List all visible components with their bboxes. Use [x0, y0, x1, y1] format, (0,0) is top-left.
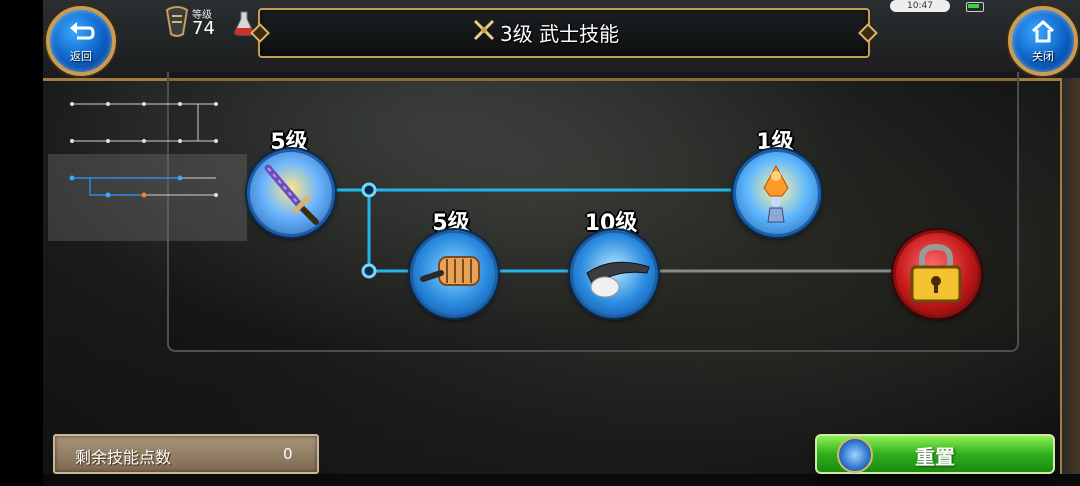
- reset-label: 重置: [915, 445, 955, 469]
- skill-points-label: 剩余技能点数: [75, 448, 172, 467]
- fist-skill-node[interactable]: [410, 230, 498, 318]
- skill-points-plate: 剩余技能点数 0: [53, 434, 319, 474]
- warrior-buff-icon: [763, 164, 789, 223]
- blade-skill-node[interactable]: [570, 230, 658, 318]
- buff-skill-node[interactable]: [733, 149, 821, 237]
- locked-skill-node[interactable]: [893, 230, 981, 318]
- reset-button[interactable]: 重置: [815, 434, 1055, 474]
- fist-icon: [420, 256, 480, 286]
- skill-points-value: 0: [283, 445, 293, 463]
- sword-skill-node[interactable]: [247, 149, 335, 237]
- katana-icon: [264, 164, 319, 225]
- blade-icon: [586, 261, 650, 298]
- padlock-icon: [910, 243, 962, 303]
